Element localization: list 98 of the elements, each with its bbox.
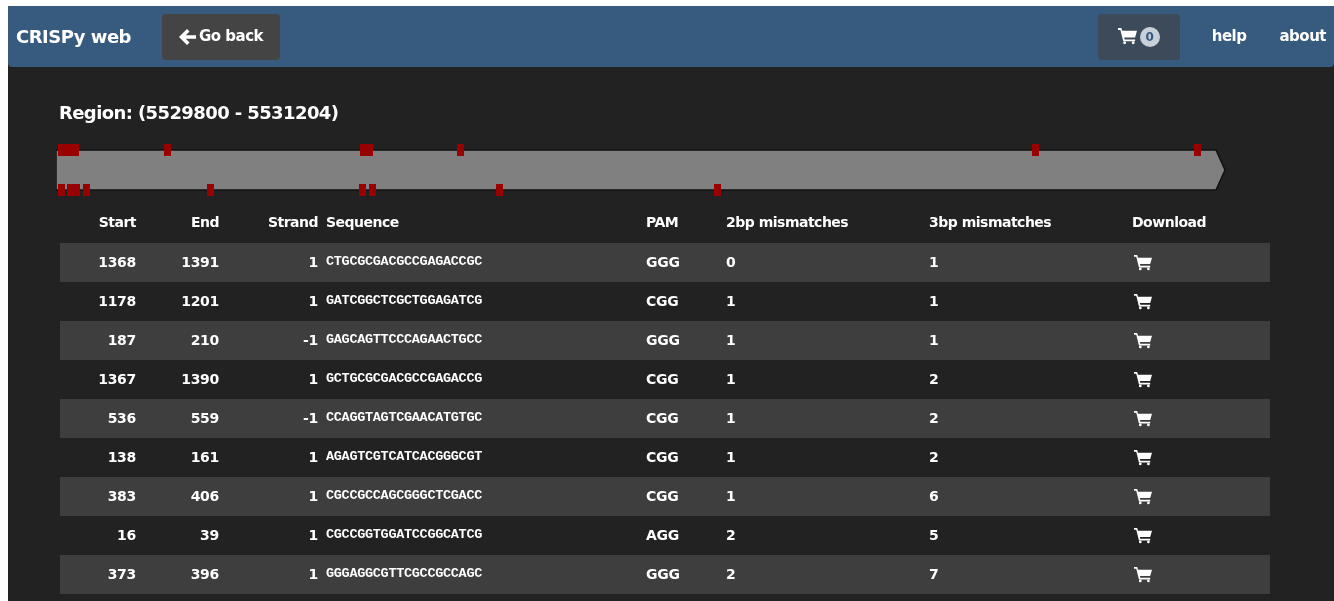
table-cell: 138 — [60, 438, 140, 477]
add-to-cart-button[interactable] — [1132, 525, 1152, 546]
table-cell: GGG — [642, 243, 722, 282]
table-cell: -1 — [223, 399, 322, 438]
table-cell: CGG — [642, 438, 722, 477]
table-cell: CGG — [642, 360, 722, 399]
table-cell: 39 — [140, 516, 223, 555]
table-cell: CCAGGTAGTCGAACATGTGC — [322, 399, 642, 438]
cart-icon — [1134, 255, 1152, 271]
cart-button[interactable]: 0 — [1097, 13, 1180, 60]
cart-icon — [1134, 489, 1152, 505]
cart-icon — [1134, 333, 1152, 349]
table-cell: 2 — [925, 438, 1128, 477]
table-cell: GGG — [642, 321, 722, 360]
add-to-cart-button[interactable] — [1132, 486, 1152, 507]
cart-icon — [1117, 28, 1137, 45]
column-header: 2bp mismatches — [722, 212, 925, 243]
column-header: End — [140, 212, 223, 243]
table-cell: 1 — [925, 282, 1128, 321]
table-cell: 1 — [722, 321, 925, 360]
back-button[interactable]: Go back — [162, 13, 281, 60]
table-cell: 383 — [60, 477, 140, 516]
table-cell: CGCCGGTGGATCCGGCATCG — [322, 516, 642, 555]
arrow-left-icon — [179, 28, 196, 45]
table-cell: 1 — [722, 399, 925, 438]
table-cell: 396 — [140, 555, 223, 594]
add-to-cart-button[interactable] — [1132, 408, 1152, 429]
column-header: 3bp mismatches — [925, 212, 1128, 243]
table-cell: 536 — [60, 399, 140, 438]
table-cell: 1 — [223, 243, 322, 282]
nav-link[interactable]: about — [1279, 25, 1326, 48]
region-title: Region: (5529800 - 5531204) — [59, 101, 339, 125]
add-to-cart-button[interactable] — [1132, 369, 1152, 390]
column-header: Sequence — [322, 212, 642, 243]
table-cell: AGAGTCGTCATCACGGGCGT — [322, 438, 642, 477]
table-cell: 1 — [223, 438, 322, 477]
table-cell: 2 — [925, 399, 1128, 438]
table-cell: 1367 — [60, 360, 140, 399]
table-cell: 1 — [223, 282, 322, 321]
table-cell: 1 — [722, 282, 925, 321]
table-cell: 373 — [60, 555, 140, 594]
table-cell: CGG — [642, 399, 722, 438]
table-cell: -1 — [223, 321, 322, 360]
cart-icon — [1134, 294, 1152, 310]
table-cell: 559 — [140, 399, 223, 438]
table-cell: CTGCGCGACGCCGAGACCGC — [322, 243, 642, 282]
table-cell: 161 — [140, 438, 223, 477]
table-cell: 1201 — [140, 282, 223, 321]
cart-icon — [1134, 411, 1152, 427]
table-cell: 2 — [925, 360, 1128, 399]
table-cell: 1 — [223, 555, 322, 594]
column-header: PAM — [642, 212, 722, 243]
table-cell: 1 — [925, 321, 1128, 360]
cart-icon — [1134, 372, 1152, 388]
table-cell: 1 — [722, 477, 925, 516]
table-cell: 1 — [925, 243, 1128, 282]
table-cell: GAGCAGTTCCCAGAACTGCC — [322, 321, 642, 360]
table-cell: GGGAGGCGTTCGCCGCCAGC — [322, 555, 642, 594]
table-cell: 1 — [722, 438, 925, 477]
table-cell: AGG — [642, 516, 722, 555]
table-cell: CGCCGCCAGCGGGCTCGACC — [322, 477, 642, 516]
add-to-cart-button[interactable] — [1132, 291, 1152, 312]
table-cell: 1 — [223, 360, 322, 399]
cart-icon — [1134, 450, 1152, 466]
table-cell: 1 — [722, 360, 925, 399]
table-cell: 5 — [925, 516, 1128, 555]
table-cell: 0 — [722, 243, 925, 282]
table-cell: 6 — [925, 477, 1128, 516]
table-cell: 7 — [925, 555, 1128, 594]
column-header: Download — [1128, 212, 1270, 243]
table-cell: CGG — [642, 477, 722, 516]
table-cell: CGG — [642, 282, 722, 321]
table-cell: 1178 — [60, 282, 140, 321]
table-cell: GCTGCGCGACGCCGAGACCG — [322, 360, 642, 399]
table-cell: 1 — [223, 516, 322, 555]
add-to-cart-button[interactable] — [1132, 330, 1152, 351]
add-to-cart-button[interactable] — [1132, 447, 1152, 468]
app-brand: CRISPy web — [16, 25, 131, 49]
add-to-cart-button[interactable] — [1132, 564, 1152, 585]
cart-icon — [1134, 528, 1152, 544]
table-cell: 210 — [140, 321, 223, 360]
table-cell: 16 — [60, 516, 140, 555]
table-cell: GATCGGCTCGCTGGAGATCG — [322, 282, 642, 321]
table-cell: 187 — [60, 321, 140, 360]
table-cell: 406 — [140, 477, 223, 516]
column-header: Strand — [223, 212, 322, 243]
column-header: Start — [60, 212, 140, 243]
table-cell: 1391 — [140, 243, 223, 282]
table-cell: 1368 — [60, 243, 140, 282]
cart-count-badge: 0 — [1139, 26, 1160, 47]
add-to-cart-button[interactable] — [1132, 252, 1152, 273]
table-cell: 1 — [223, 477, 322, 516]
table-cell: GGG — [642, 555, 722, 594]
cart-icon — [1134, 567, 1152, 583]
nav-link[interactable]: help — [1211, 25, 1247, 48]
table-cell: 1390 — [140, 360, 223, 399]
table-cell: 2 — [722, 516, 925, 555]
table-cell: 2 — [722, 555, 925, 594]
